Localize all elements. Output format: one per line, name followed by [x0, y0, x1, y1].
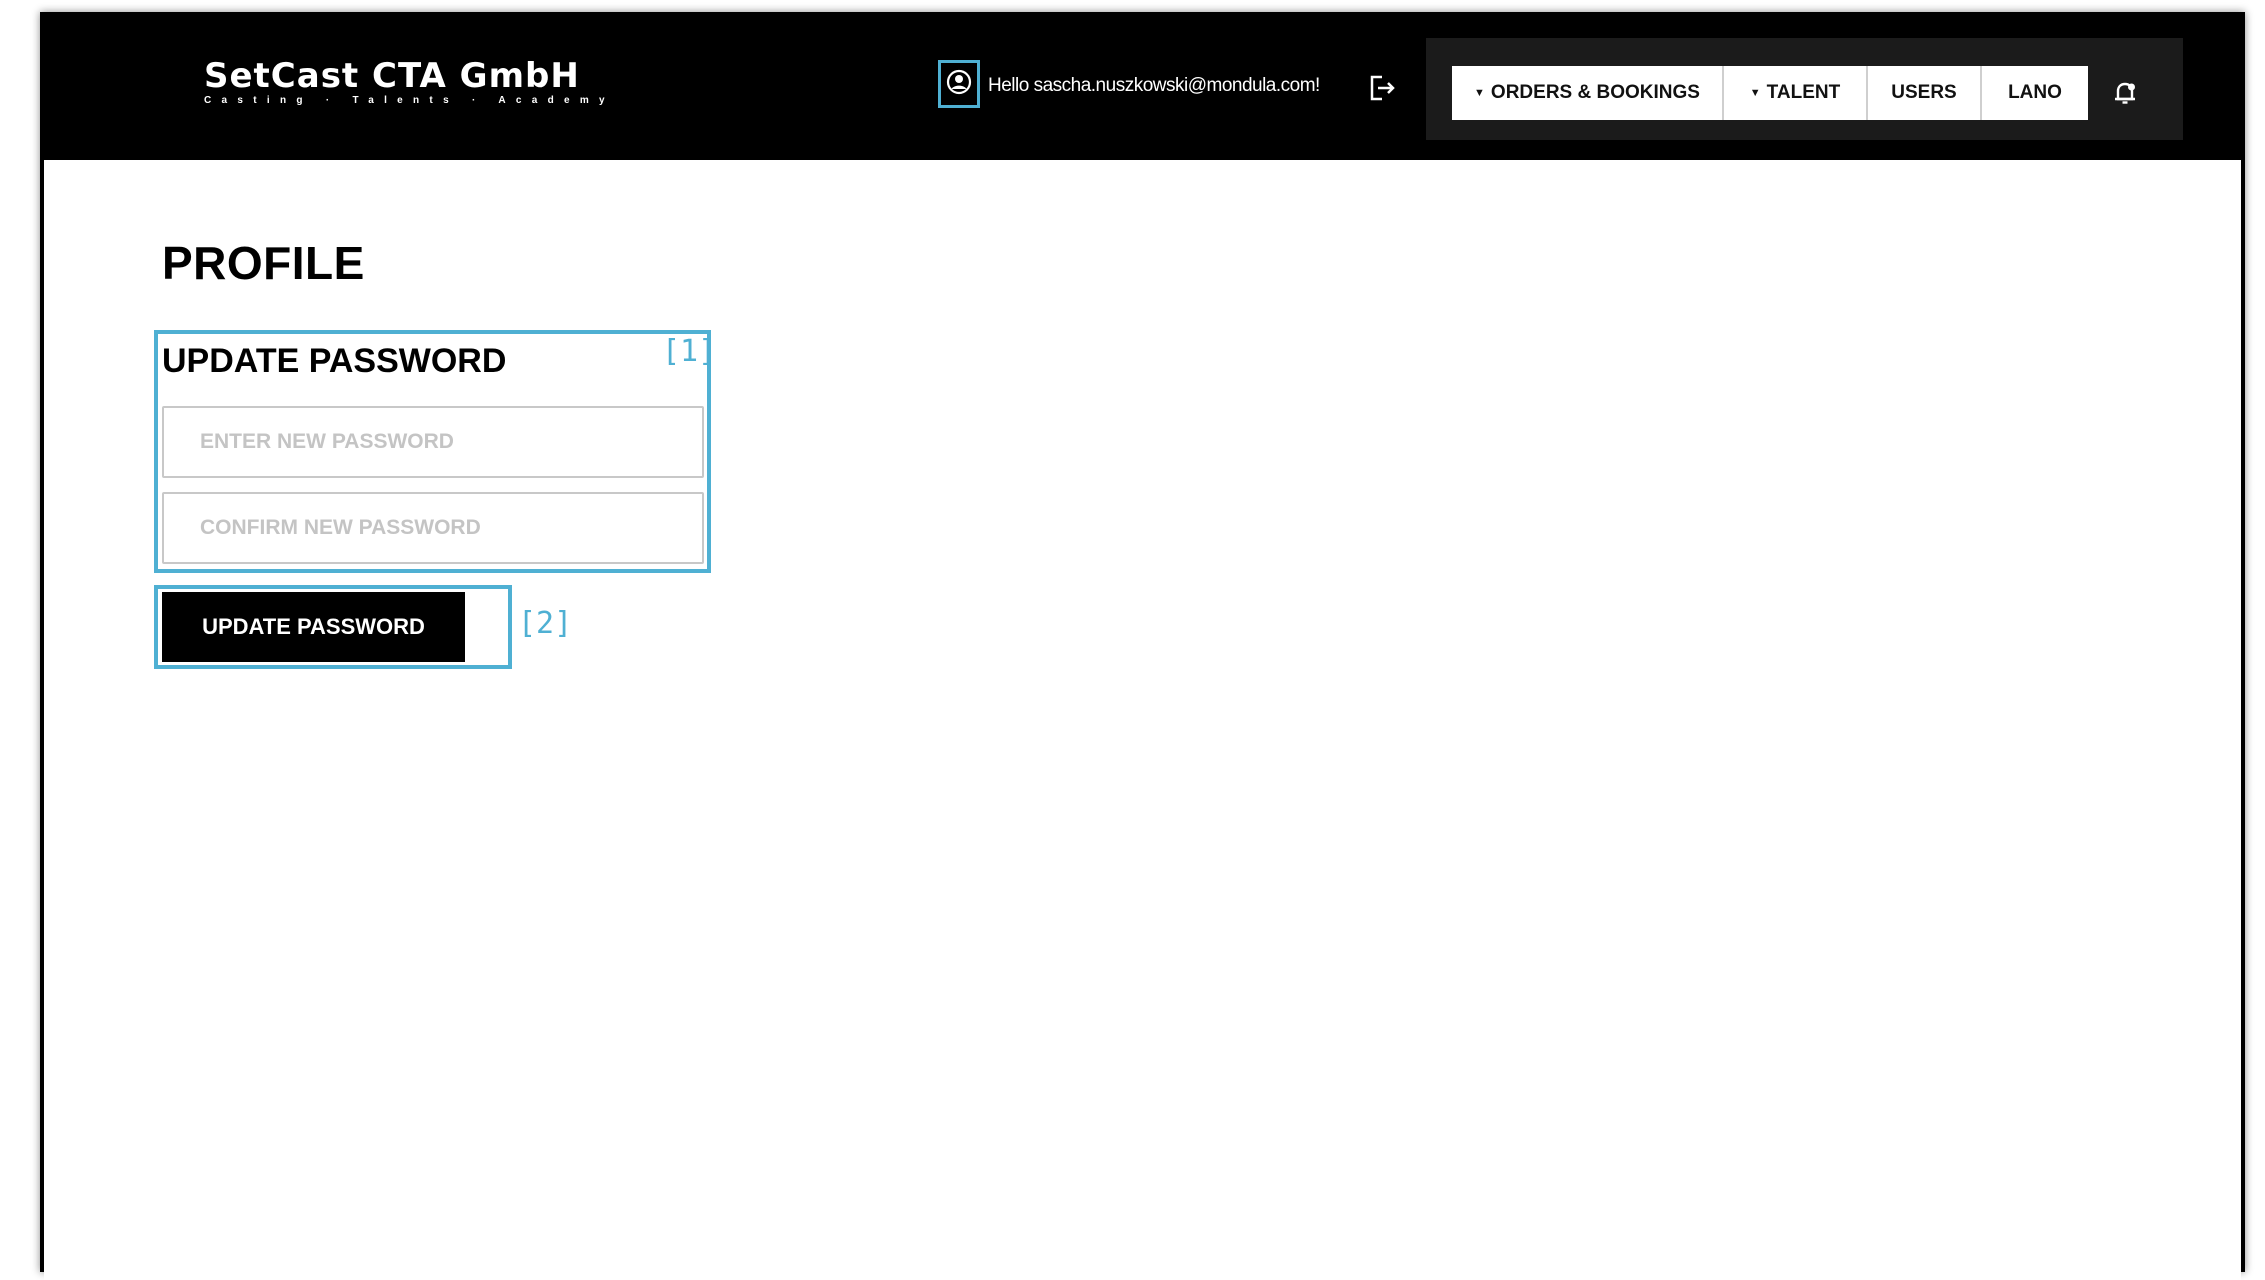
section-marker: [1]	[662, 334, 717, 369]
user-profile-link[interactable]	[938, 60, 980, 108]
update-password-button[interactable]: UPDATE PASSWORD	[162, 592, 465, 662]
nav-users[interactable]: USERS	[1868, 66, 1982, 120]
nav-orders-bookings-label: ORDERS & BOOKINGS	[1490, 82, 1700, 103]
button-marker: [2]	[518, 606, 573, 641]
nav-lano-label: LANO	[2008, 82, 2062, 103]
main-nav: ▼ ORDERS & BOOKINGS ▼ TALENT USERS LANO	[1452, 66, 2088, 120]
caret-down-icon: ▼	[1749, 87, 1761, 99]
logout-icon[interactable]	[1368, 74, 1398, 107]
user-greeting: Hello sascha.nuszkowski@mondula.com!	[988, 75, 1320, 96]
page-title: PROFILE	[162, 237, 365, 289]
brand-name: SetCast CTA GmbH	[204, 56, 580, 96]
bell-icon[interactable]	[2110, 78, 2140, 113]
caret-down-icon: ▼	[1474, 87, 1485, 99]
nav-lano[interactable]: LANO	[1982, 66, 2088, 120]
nav-users-label: USERS	[1891, 82, 1957, 103]
brand-tagline: Casting · Talents · Academy	[204, 95, 615, 106]
nav-talent[interactable]: ▼ TALENT	[1724, 66, 1868, 120]
nav-talent-label: TALENT	[1766, 82, 1841, 103]
new-password-input[interactable]	[162, 406, 704, 478]
user-circle-icon	[946, 69, 972, 100]
section-title: UPDATE PASSWORD	[162, 342, 507, 380]
confirm-password-input[interactable]	[162, 492, 704, 564]
nav-orders-bookings[interactable]: ▼ ORDERS & BOOKINGS	[1452, 66, 1724, 120]
brand-logo[interactable]: SetCast CTA GmbH Casting · Talents · Aca…	[204, 58, 615, 106]
main-content	[44, 160, 2241, 1280]
